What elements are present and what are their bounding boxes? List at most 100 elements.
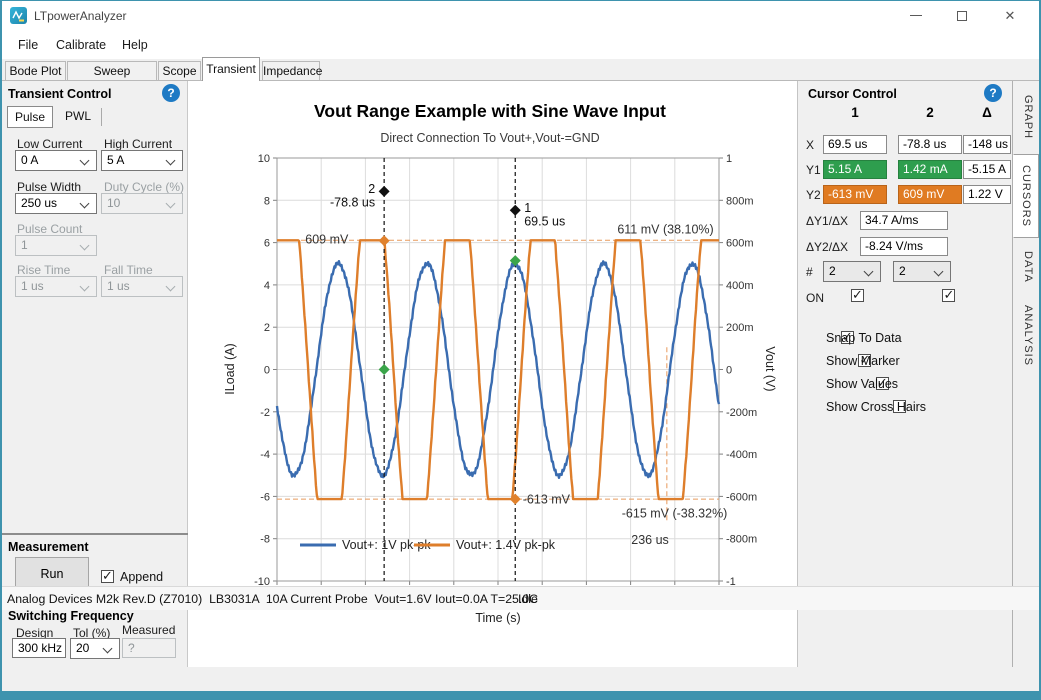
right-tick-label: 1 <box>726 153 732 165</box>
x-axis-label: Time (s) <box>475 611 520 625</box>
left-tick-label: 2 <box>264 322 270 334</box>
annotation: 611 mV (38.10%) <box>617 223 713 237</box>
status-state-text: Idle <box>518 592 538 606</box>
left-tick-label: -2 <box>260 407 270 419</box>
left-tick-label: 6 <box>264 238 270 250</box>
left-tick-label: 0 <box>264 365 270 377</box>
cursor2-y2-value[interactable]: 609 mV <box>898 185 962 204</box>
menu-help[interactable]: Help <box>122 38 148 52</box>
on-label: ON <box>806 291 824 305</box>
left-tick-label: 10 <box>258 153 270 165</box>
cursor2-y1-value[interactable]: 1.42 mA <box>898 160 962 179</box>
dy1-dx-label: ΔY1/ΔX <box>806 214 848 228</box>
help-icon[interactable]: ? <box>984 84 1002 102</box>
show-values-label: Show Values <box>826 377 898 391</box>
side-tab-analysis[interactable]: ANALYSIS <box>1015 294 1040 376</box>
minimize-button[interactable] <box>893 1 939 30</box>
left-tick-label: -6 <box>260 491 270 503</box>
window-title: LTpowerAnalyzer <box>34 9 126 23</box>
subtab-pwl[interactable]: PWL <box>58 108 98 126</box>
left-axis-label: ILoad (A) <box>223 343 237 394</box>
cursor-marker <box>379 364 390 375</box>
delta-y2-value: 1.22 V <box>963 185 1011 204</box>
cursor-control-panel: Cursor Control ? 1 2 Δ X 69.5 us -78.8 u… <box>797 81 1014 667</box>
pulse-width-label: Pulse Width <box>17 180 81 194</box>
append-checkbox[interactable] <box>101 570 114 583</box>
cursor-handle-1 <box>510 205 521 216</box>
cursor2-x-value[interactable]: -78.8 us <box>898 135 962 154</box>
low-current-combo[interactable]: 0 A <box>15 150 97 171</box>
dy1-dx-value: 34.7 A/ms <box>860 211 948 230</box>
close-button[interactable]: ✕ <box>985 1 1035 30</box>
cursor1-on-checkbox[interactable] <box>851 289 864 302</box>
chart-subtitle: Direct Connection To Vout+,Vout-=GND <box>380 131 599 145</box>
cursor-handle-2 <box>379 186 390 197</box>
rise-time-label: Rise Time <box>17 263 70 277</box>
cursor2-number-combo[interactable]: 2 <box>893 261 951 282</box>
pulse-count-label: Pulse Count <box>17 222 82 236</box>
fall-time-combo: 1 us <box>101 276 183 297</box>
tab-sweep-amplitude[interactable]: Sweep Amplitude <box>67 61 157 80</box>
col-header-delta: Δ <box>963 105 1011 120</box>
tab-scope[interactable]: Scope <box>158 61 201 80</box>
title-bar: LTpowerAnalyzer ✕ <box>2 1 1039 31</box>
subtab-pulse[interactable]: Pulse <box>7 106 53 128</box>
menu-file[interactable]: File <box>18 38 38 52</box>
right-tick-label: -800m <box>726 534 757 546</box>
switching-frequency-title: Switching Frequency <box>8 609 134 623</box>
cursor-number-label: 1 <box>524 201 531 215</box>
cursor-number-label: 2 <box>368 182 375 196</box>
append-label: Append <box>120 570 163 584</box>
measured-label: Measured <box>122 623 175 637</box>
side-tab-cursors[interactable]: CURSORS <box>1013 154 1039 238</box>
side-tab-data[interactable]: DATA <box>1015 244 1040 290</box>
cursor-control-title: Cursor Control <box>808 87 897 101</box>
right-tick-label: -600m <box>726 491 757 503</box>
right-tick-label: 0 <box>726 365 732 377</box>
tab-transient[interactable]: Transient <box>202 57 260 81</box>
maximize-button[interactable] <box>939 1 985 30</box>
app-icon <box>10 7 27 24</box>
cursor-x-label: 69.5 us <box>524 215 565 229</box>
right-tick-label: 600m <box>726 238 754 250</box>
cursor-x-label: -78.8 us <box>330 196 375 210</box>
left-tick-label: -4 <box>260 449 270 461</box>
section-divider <box>2 533 188 535</box>
show-marker-label: Show Marker <box>826 354 900 368</box>
left-tick-label: 8 <box>264 195 270 207</box>
right-tick-label: 400m <box>726 280 754 292</box>
dy2-dx-label: ΔY2/ΔX <box>806 240 848 254</box>
cursor1-number-combo[interactable]: 2 <box>823 261 881 282</box>
menu-bar: File Calibrate Help <box>2 31 1039 59</box>
help-icon[interactable]: ? <box>162 84 180 102</box>
delta-x-value: -148 us <box>963 135 1011 154</box>
tab-impedance[interactable]: Impedance <box>262 61 320 80</box>
cursor2-on-checkbox[interactable] <box>942 289 955 302</box>
annotation: 609 mV <box>305 233 349 247</box>
measurement-title: Measurement <box>8 540 89 554</box>
left-tick-label: -8 <box>260 534 270 546</box>
transient-chart[interactable]: Vout Range Example with Sine Wave Input … <box>188 81 797 667</box>
right-tick-label: -400m <box>726 449 757 461</box>
pulse-count-combo: 1 <box>15 235 97 256</box>
side-tab-graph[interactable]: GRAPH <box>1015 86 1040 148</box>
maximize-icon <box>957 11 967 21</box>
high-current-combo[interactable]: 5 A <box>101 150 183 171</box>
chart-title: Vout Range Example with Sine Wave Input <box>314 101 666 121</box>
right-tick-label: 800m <box>726 195 754 207</box>
design-input[interactable]: 300 kHz <box>12 638 66 658</box>
y1-row-label: Y1 <box>806 163 821 177</box>
duty-cycle-combo: 10 <box>101 193 183 214</box>
tol-combo[interactable]: 20 <box>70 638 120 659</box>
cursor1-x-value[interactable]: 69.5 us <box>823 135 887 154</box>
x-row-label: X <box>806 138 814 152</box>
cursor1-y2-value[interactable]: -613 mV <box>823 185 887 204</box>
cursor1-y1-value[interactable]: 5.15 A <box>823 160 887 179</box>
pulse-width-combo[interactable]: 250 us <box>15 193 97 214</box>
status-bar: Analog Devices M2k Rev.D (Z7010) LB3031A… <box>2 586 1039 610</box>
tab-bode-plot[interactable]: Bode Plot <box>5 61 66 80</box>
show-cross-hairs-label: Show Cross Hairs <box>826 400 926 414</box>
delta-y1-value: -5.15 A <box>963 160 1011 179</box>
menu-calibrate[interactable]: Calibrate <box>56 38 106 52</box>
annotation: -613 mV <box>523 492 571 506</box>
